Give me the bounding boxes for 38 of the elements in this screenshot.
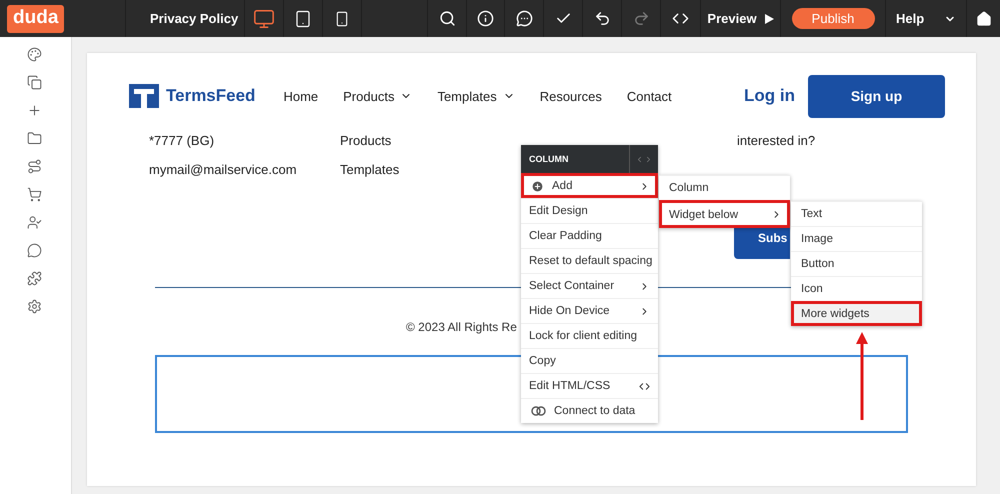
nav-link[interactable]: Products (343, 88, 412, 104)
link-rings-icon (531, 406, 546, 416)
termsfeed-logo-icon (129, 84, 159, 108)
menu-item[interactable]: Edit HTML/CSS (521, 373, 658, 398)
email-text: mymail@mailservice.com (149, 162, 298, 177)
copyright-text: © 2023 All Rights Re (406, 320, 518, 334)
menu-item[interactable]: Button (791, 251, 922, 276)
menu-item[interactable]: Column (659, 175, 790, 200)
footer-link[interactable]: Products (340, 133, 737, 148)
phone-text: *7777 (BG) (149, 133, 216, 148)
play-icon (764, 14, 774, 24)
nav-link[interactable]: Contact (626, 88, 672, 104)
page-selector[interactable]: Privacy Policy (126, 0, 244, 37)
add-icon (531, 180, 544, 192)
menu-item[interactable]: Add (521, 173, 658, 198)
menu-item[interactable]: Select Container (521, 273, 658, 298)
menu-item[interactable]: Widget below (659, 200, 790, 228)
menu-item[interactable]: Clear Padding (521, 223, 658, 248)
menu-item[interactable]: Edit Design (521, 198, 658, 223)
preview-button[interactable]: Preview (695, 0, 786, 37)
menu-item[interactable]: Image (791, 226, 922, 251)
menu-item[interactable]: Connect to data (521, 398, 658, 423)
login-link[interactable]: Log in (744, 86, 795, 106)
menu-item[interactable]: Copy (521, 348, 658, 373)
nav-link[interactable]: Home (283, 88, 318, 104)
menu-item[interactable]: More widgets (791, 301, 922, 326)
code-icon (639, 380, 650, 392)
menu-item[interactable]: Reset to default spacing (521, 248, 658, 273)
nav-link[interactable]: Resources (540, 88, 602, 104)
menu-item[interactable]: Text (791, 201, 922, 226)
menu-item[interactable]: Lock for client editing (521, 323, 658, 348)
brand-name: TermsFeed (166, 86, 256, 106)
help-menu[interactable]: Help (886, 0, 966, 37)
signup-button[interactable]: Sign up (808, 74, 945, 118)
nav-link[interactable]: Templates (437, 88, 515, 104)
menu-item[interactable]: Hide On Device (521, 298, 658, 323)
menu-item[interactable]: Icon (791, 276, 922, 301)
newsletter-text: interested in? (737, 133, 816, 148)
